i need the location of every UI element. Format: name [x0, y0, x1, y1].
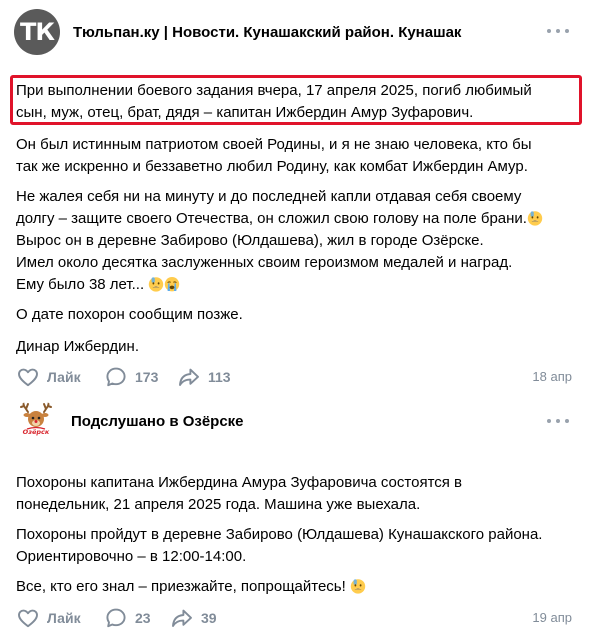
sad-sweat-emoji — [527, 210, 543, 226]
avatar-initials: ТК — [20, 18, 55, 46]
post-header: Озёрск Подслушано в Озёрске — [0, 395, 591, 455]
post-text-line: понедельник, 21 апреля 2025 года. Машина… — [16, 496, 421, 513]
post-text-line-with-emoji: Ему было 38 лет... — [16, 276, 180, 294]
group-avatar[interactable]: ТК — [14, 9, 60, 55]
share-icon — [177, 365, 201, 389]
shares-count: 39 — [201, 610, 217, 626]
shares-count: 113 — [208, 369, 231, 385]
post-actions: Лайк 173 113 18 апр — [0, 362, 591, 392]
avatar-caption: Озёрск — [23, 428, 50, 436]
post-text-line-with-emoji: долгу – защите своего Отечества, он слож… — [16, 210, 543, 228]
post-text-line: Похороны пройдут в деревне Забирово (Юлд… — [16, 526, 543, 543]
like-button[interactable]: Лайк — [16, 362, 81, 392]
post-text: Все, кто его знал – приезжайте, попрощай… — [16, 578, 346, 595]
share-button[interactable]: 113 — [177, 362, 231, 392]
comments-count: 23 — [135, 610, 151, 626]
comment-icon — [104, 365, 128, 389]
post-date[interactable]: 19 апр — [532, 610, 572, 625]
post-text-line-with-emoji: Все, кто его знал – приезжайте, попрощай… — [16, 578, 366, 596]
post-text-line: Ориентировочно – в 12:00-14:00. — [16, 548, 247, 565]
more-options-icon[interactable] — [547, 29, 569, 35]
post-text-line: О дате похорон сообщим позже. — [16, 306, 243, 323]
like-label: Лайк — [47, 369, 81, 385]
like-button[interactable]: Лайк — [16, 603, 81, 633]
post-text-line: Не жалея себя ни на минуту и до последне… — [16, 188, 522, 205]
post-text: Ему было 38 лет... — [16, 276, 145, 293]
post-text-line: Вырос он в деревне Забирово (Юлдашева), … — [16, 232, 484, 249]
post-date[interactable]: 18 апр — [532, 369, 572, 384]
heart-icon — [16, 606, 40, 630]
post-header: ТК Тюльпан.ку | Новости. Кунашакский рай… — [0, 0, 591, 60]
sad-sweat-emoji — [148, 276, 164, 292]
group-avatar[interactable]: Озёрск — [14, 399, 58, 443]
deer-logo-icon: Озёрск — [20, 401, 52, 436]
post-text-line: Имел около десятка заслуженных своим гер… — [16, 254, 513, 271]
share-button[interactable]: 39 — [170, 603, 217, 633]
post-text-line: При выполнении боевого задания вчера, 17… — [16, 82, 532, 99]
comment-button[interactable]: 23 — [104, 603, 151, 633]
post-text: долгу – защите своего Отечества, он слож… — [16, 210, 527, 227]
group-name-link[interactable]: Тюльпан.ку | Новости. Кунашакский район.… — [73, 24, 461, 41]
comments-count: 173 — [135, 369, 159, 385]
heart-icon — [16, 365, 40, 389]
post-text-line: сын, муж, отец, брат, дядя – капитан Ижб… — [16, 104, 474, 121]
post-podslushano: Озёрск Подслушано в Озёрске Похороны кап… — [0, 395, 591, 638]
post-text-line: Он был истинным патриотом своей Родины, … — [16, 136, 532, 153]
post-actions: Лайк 23 39 19 апр — [0, 603, 591, 633]
comment-icon — [104, 606, 128, 630]
more-options-icon[interactable] — [547, 419, 569, 425]
post-text-line: Похороны капитана Ижбердина Амура Зуфаро… — [16, 474, 463, 491]
group-name-link[interactable]: Подслушано в Озёрске — [71, 413, 244, 430]
sad-sweat-emoji — [350, 578, 366, 594]
post-text-line: Динар Ижбердин. — [16, 338, 140, 355]
post-text-line: так же искренно и беззаветно любил Родин… — [16, 158, 528, 175]
like-label: Лайк — [47, 610, 81, 626]
crying-emoji — [164, 276, 180, 292]
comment-button[interactable]: 173 — [104, 362, 158, 392]
share-icon — [170, 606, 194, 630]
post-tyulpan: ТК Тюльпан.ку | Новости. Кунашакский рай… — [0, 0, 591, 395]
